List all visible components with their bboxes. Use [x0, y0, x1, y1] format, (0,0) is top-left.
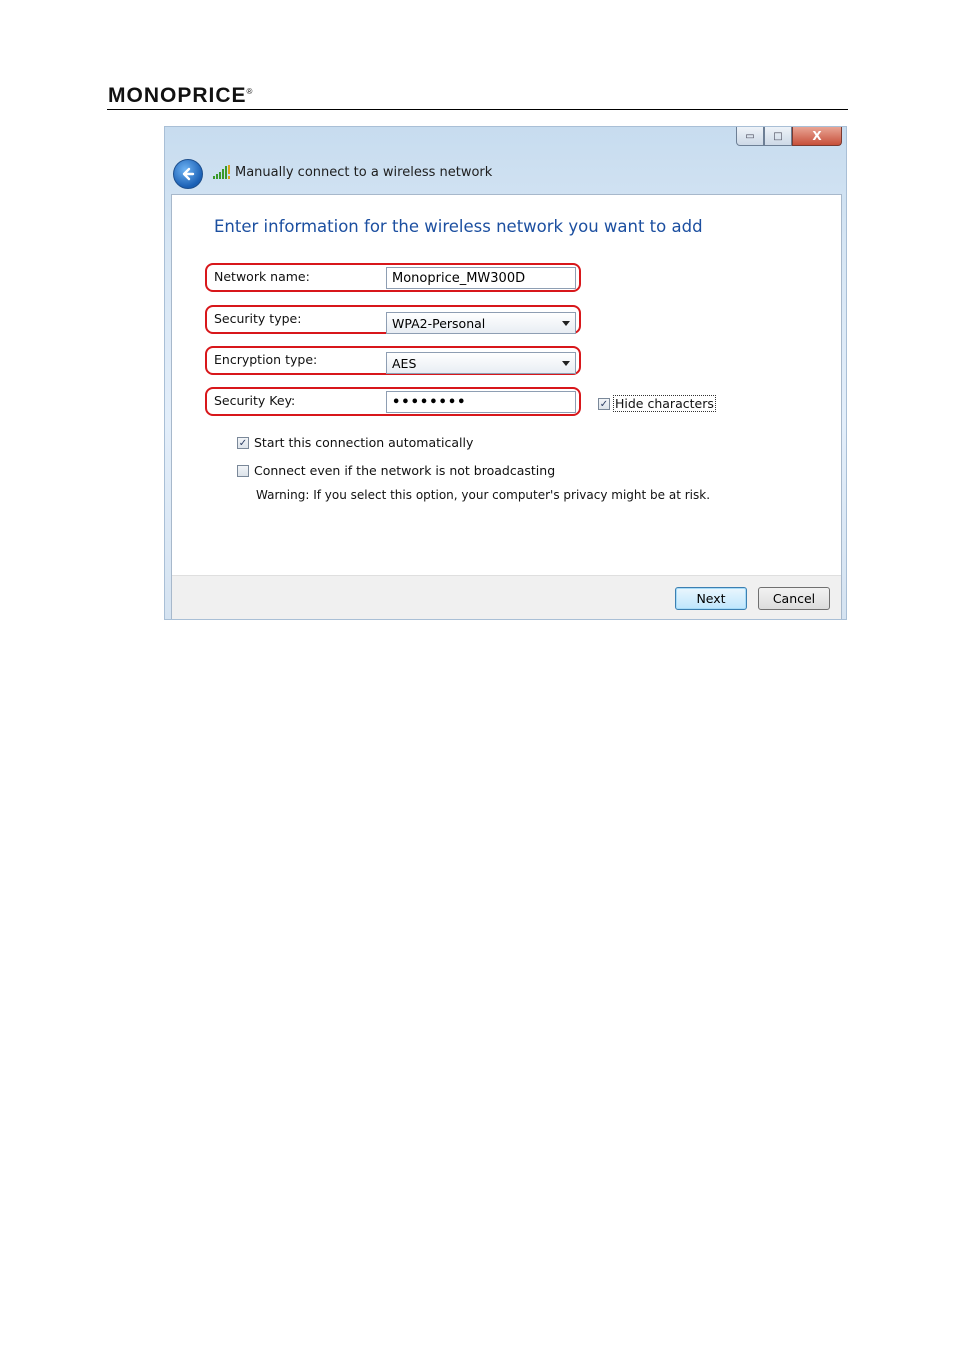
header-divider — [107, 109, 848, 110]
connect-not-broadcasting-label[interactable]: Connect even if the network is not broad… — [254, 463, 555, 478]
dialog-footer: Next Cancel — [172, 575, 841, 619]
wireless-dialog: ▭ □ X Manually connect to a wireless net… — [164, 126, 847, 620]
dialog-content: Enter information for the wireless netwo… — [171, 194, 842, 619]
start-automatically-label[interactable]: Start this connection automatically — [254, 435, 473, 450]
security-key-input[interactable]: •••••••• — [386, 391, 576, 413]
network-name-input[interactable]: Monoprice_MW300D — [386, 267, 576, 289]
window-title: Manually connect to a wireless network — [235, 165, 493, 180]
security-type-value: WPA2-Personal — [392, 316, 486, 331]
encryption-type-value: AES — [392, 356, 417, 371]
chevron-down-icon — [562, 361, 570, 366]
network-name-label: Network name: — [214, 269, 310, 284]
next-button[interactable]: Next — [675, 587, 747, 610]
back-arrow-icon[interactable] — [173, 159, 203, 189]
window-controls: ▭ □ X — [736, 127, 842, 147]
privacy-warning: Warning: If you select this option, your… — [256, 488, 711, 502]
security-type-label: Security type: — [214, 311, 302, 326]
encryption-type-select[interactable]: AES — [386, 352, 576, 374]
cancel-button[interactable]: Cancel — [758, 587, 830, 610]
wireless-signal-icon — [213, 165, 230, 179]
minimize-button[interactable]: ▭ — [736, 127, 764, 146]
chevron-down-icon — [562, 321, 570, 326]
monoprice-logo: MONOPRICE® — [108, 84, 254, 107]
maximize-button[interactable]: □ — [764, 127, 792, 146]
close-button[interactable]: X — [792, 127, 842, 146]
security-type-select[interactable]: WPA2-Personal — [386, 312, 576, 334]
hide-characters-checkbox[interactable]: ✓ — [598, 398, 610, 410]
security-key-label: Security Key: — [214, 393, 296, 408]
page-heading: Enter information for the wireless netwo… — [214, 217, 703, 236]
start-automatically-checkbox[interactable]: ✓ — [237, 437, 249, 449]
encryption-type-label: Encryption type: — [214, 352, 318, 367]
hide-characters-label[interactable]: Hide characters — [613, 395, 716, 412]
connect-not-broadcasting-checkbox[interactable] — [237, 465, 249, 477]
